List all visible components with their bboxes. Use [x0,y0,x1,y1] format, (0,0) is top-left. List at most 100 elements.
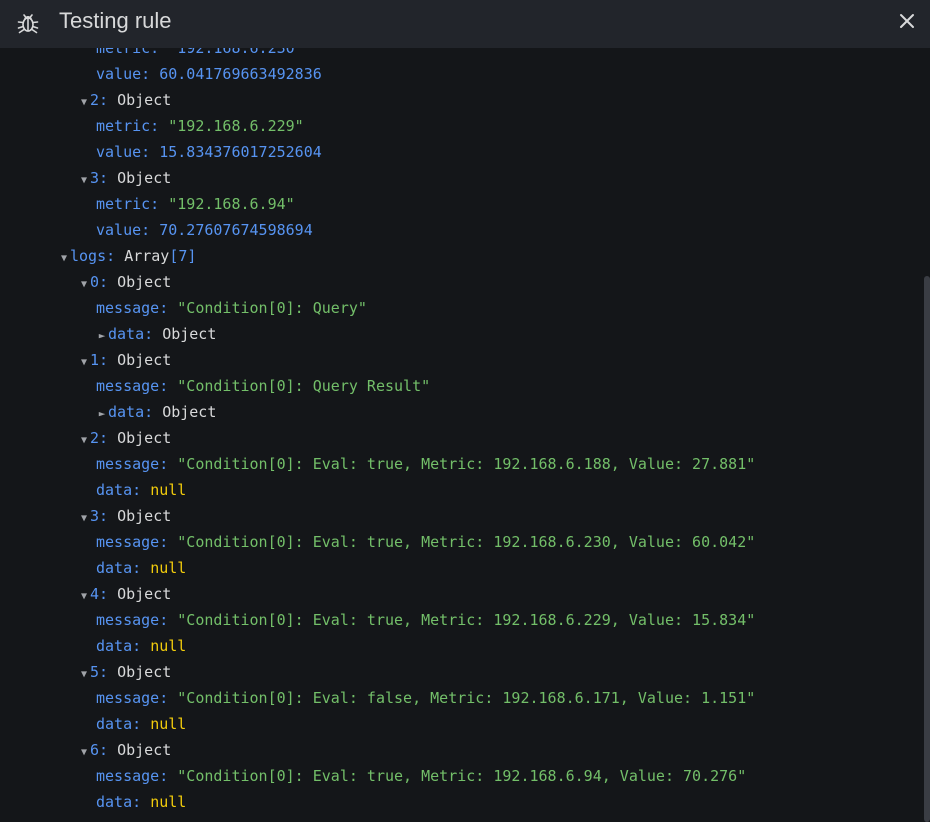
log-message: message: "Condition[0]: Eval: true, Metr… [96,451,755,477]
tree-line: value: 60.041769663492836 [96,61,322,87]
log-data: data: null [96,633,186,659]
message-key: message: [96,455,178,473]
message-key: message: [96,767,178,785]
data-key: data: [108,325,163,343]
bug-icon [17,14,39,34]
index-key: 3: [90,169,118,187]
message-key: message: [96,689,178,707]
collapse-toggle-icon[interactable]: ► [96,401,108,427]
string-value: "Condition[0]: Eval: true, Metric: 192.1… [177,455,756,473]
json-tree-view[interactable]: metric: "192.168.6.230" value: 60.041769… [0,48,930,822]
data-key: data: [96,715,151,733]
type-label: Object [117,741,172,759]
expand-toggle-icon[interactable]: ▼ [78,428,90,454]
type-label: Object [117,663,172,681]
log-data[interactable]: ► data: Object [96,321,217,349]
scrollbar[interactable] [924,276,930,822]
log-item[interactable]: ▼ 5: Object [78,659,171,685]
number-value: 15.834376017252604 [159,143,322,161]
value-key: value: [96,221,160,239]
metric-key: metric: [96,195,169,213]
index-key: 2: [90,91,118,109]
type-label: Object [117,351,172,369]
expand-toggle-icon[interactable]: ▼ [78,506,90,532]
null-value: null [150,481,187,499]
log-item[interactable]: ▼ 6: Object [78,737,171,763]
log-message: message: "Condition[0]: Query Result" [96,373,430,399]
data-key: data: [96,793,151,811]
data-key: data: [108,403,163,421]
type-label: Object [162,403,217,421]
log-data[interactable]: ► data: Object [96,399,217,427]
expand-toggle-icon[interactable]: ▼ [78,584,90,610]
expand-toggle-icon[interactable]: ▼ [78,740,90,766]
log-data: data: null [96,477,186,503]
number-value: 60.041769663492836 [159,65,322,83]
index-key: 4: [90,585,118,603]
index-key: 5: [90,663,118,681]
type-label: Object [117,169,172,187]
logs-key: logs: [70,247,125,265]
tree-line: metric: "192.168.6.229" [96,113,304,139]
null-value: null [150,559,187,577]
array-count: [7] [169,247,197,265]
type-label: Object [117,429,172,447]
expand-toggle-icon[interactable]: ▼ [78,272,90,298]
type-label: Object [117,273,172,291]
log-data: data: null [96,789,186,815]
log-item[interactable]: ▼ 1: Object [78,347,171,373]
log-message: message: "Condition[0]: Query" [96,295,367,321]
null-value: null [150,715,187,733]
expand-toggle-icon[interactable]: ▼ [58,246,70,272]
message-key: message: [96,377,178,395]
modal-header: Testing rule [0,0,930,48]
tree-line-partial: metric: "192.168.6.230" [96,48,304,57]
log-item[interactable]: ▼ 0: Object [78,269,171,295]
type-label: Array [124,247,170,265]
log-item[interactable]: ▼ 3: Object [78,503,171,529]
expand-toggle-icon[interactable]: ▼ [78,90,90,116]
type-label: Object [117,585,172,603]
close-icon[interactable] [898,12,916,30]
log-item[interactable]: ▼ 4: Object [78,581,171,607]
index-key: 3: [90,507,118,525]
string-value: "Condition[0]: Eval: true, Metric: 192.1… [177,533,756,551]
message-key: message: [96,533,178,551]
string-value: "Condition[0]: Query Result" [177,377,431,395]
string-value: "Condition[0]: Eval: true, Metric: 192.1… [177,767,747,785]
expand-toggle-icon[interactable]: ▼ [78,168,90,194]
expand-toggle-icon[interactable]: ▼ [78,350,90,376]
type-label: Object [117,507,172,525]
tree-node-logs[interactable]: ▼ logs: Array[7] [58,243,196,269]
message-key: message: [96,611,178,629]
collapse-toggle-icon[interactable]: ► [96,323,108,349]
string-value: "Condition[0]: Query" [177,299,367,317]
null-value: null [150,637,187,655]
expand-toggle-icon[interactable]: ▼ [78,662,90,688]
log-message: message: "Condition[0]: Eval: true, Metr… [96,529,755,555]
type-label: Object [162,325,217,343]
testing-rule-modal: Testing rule metric: "192.168.6.230" val… [0,0,930,822]
tree-line: value: 15.834376017252604 [96,139,322,165]
type-label: Object [117,91,172,109]
log-message: message: "Condition[0]: Eval: true, Metr… [96,607,755,633]
value-key: value: [96,65,160,83]
string-value: "192.168.6.229" [168,117,304,135]
data-key: data: [96,481,151,499]
tree-node[interactable]: ▼ 3: Object [78,165,171,191]
message-key: message: [96,299,178,317]
metric-key: metric: [96,117,169,135]
tree-line: value: 70.27607674598694 [96,217,313,243]
modal-title: Testing rule [59,8,172,33]
string-value: "Condition[0]: Eval: true, Metric: 192.1… [177,611,756,629]
index-key: 6: [90,741,118,759]
index-key: 1: [90,351,118,369]
log-item[interactable]: ▼ 2: Object [78,425,171,451]
index-key: 0: [90,273,118,291]
log-message: message: "Condition[0]: Eval: true, Metr… [96,763,746,789]
index-key: 2: [90,429,118,447]
tree-node[interactable]: ▼ 2: Object [78,87,171,113]
string-value: "192.168.6.94" [168,195,295,213]
data-key: data: [96,559,151,577]
number-value: 70.27607674598694 [159,221,313,239]
